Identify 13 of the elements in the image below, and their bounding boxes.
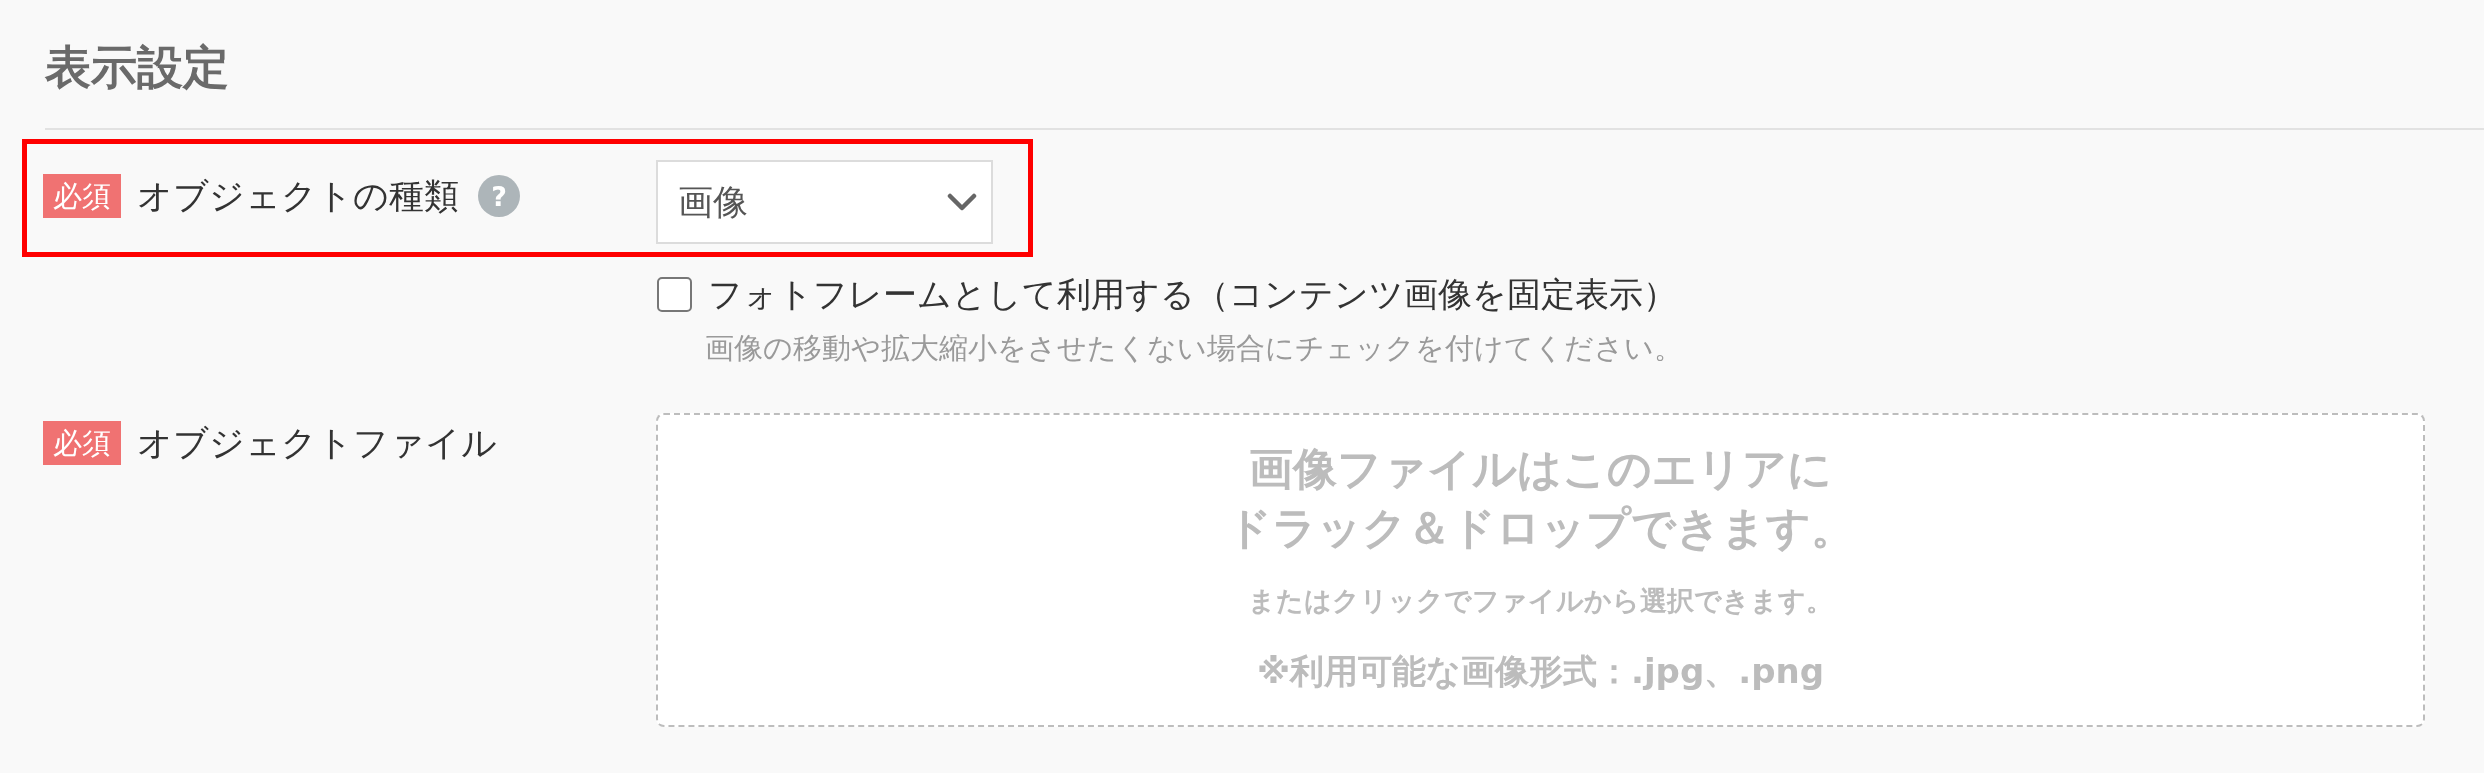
file-format-note: ※利用可能な画像形式：.jpg、.png: [1256, 650, 1825, 693]
hint-text: 画像の移動や拡大縮小をさせたくない場合にチェックを付けてください。: [705, 330, 1683, 366]
required-badge: 必須: [43, 174, 121, 218]
select-dropdown[interactable]: 画像: [656, 160, 993, 244]
chevron-down-icon: [947, 193, 977, 211]
required-badge: 必須: [43, 421, 121, 465]
field-label: オブジェクトの種類: [137, 175, 459, 218]
drop-subtext: またはクリックでファイルから選択できます。: [1248, 584, 1833, 618]
checkbox[interactable]: [657, 276, 692, 312]
drop-instruction: 画像ファイルはこのエリアに ドラック＆ドロップできます。: [1226, 442, 1855, 555]
checkbox-label[interactable]: フォトフレームとして利用する（コンテンツ画像を固定表示）: [708, 274, 1677, 314]
field-label: オブジェクトファイル: [137, 422, 497, 465]
section-title: 表示設定: [45, 40, 229, 95]
